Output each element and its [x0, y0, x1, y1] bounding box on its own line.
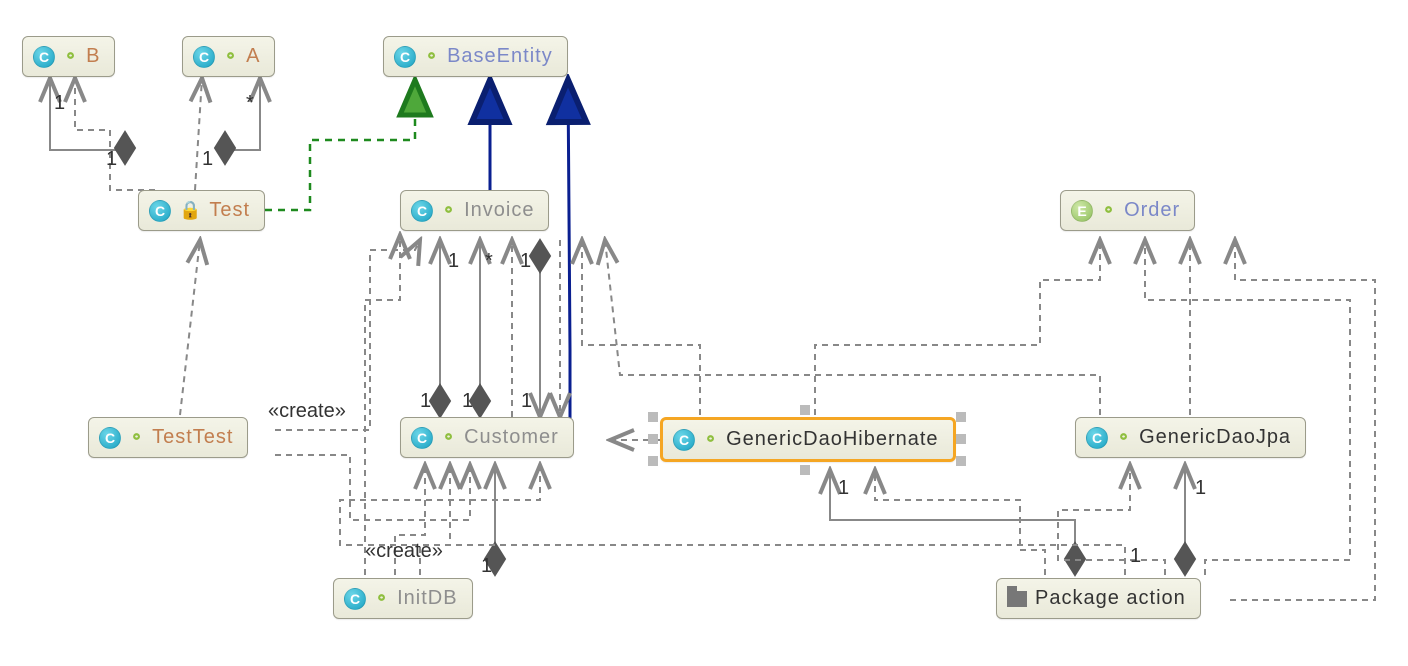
multiplicity-label: 1 — [462, 390, 473, 413]
selection-handle[interactable] — [956, 456, 966, 466]
multiplicity-label: 1 — [838, 477, 849, 500]
class-name: A — [246, 45, 260, 68]
enum-order[interactable]: E ⚬ Order — [1060, 190, 1195, 231]
class-name: B — [86, 45, 100, 68]
multiplicity-label: 1 — [106, 148, 117, 171]
stereotype-create-label: «create» — [365, 540, 443, 563]
enum-icon: E — [1071, 200, 1093, 222]
class-icon: C — [33, 46, 55, 68]
multiplicity-label: * — [246, 92, 254, 115]
multiplicity-label: 1 — [202, 148, 213, 171]
visibility-icon: ⚬ — [129, 427, 144, 448]
visibility-lock-icon: 🔒 — [179, 200, 201, 221]
class-test[interactable]: C 🔒 Test — [138, 190, 265, 231]
class-icon: C — [411, 427, 433, 449]
selection-handle[interactable] — [648, 412, 658, 422]
class-name: BaseEntity — [447, 45, 553, 68]
stereotype-create-label: «create» — [268, 400, 346, 423]
class-name: TestTest — [152, 426, 233, 449]
selection-handle[interactable] — [956, 412, 966, 422]
class-icon: C — [149, 200, 171, 222]
class-customer[interactable]: C ⚬ Customer — [400, 417, 574, 458]
visibility-icon: ⚬ — [223, 46, 238, 67]
selection-handle[interactable] — [800, 465, 810, 475]
visibility-icon: ⚬ — [424, 46, 439, 67]
multiplicity-label: 1 — [521, 390, 532, 413]
class-name: Test — [209, 199, 250, 222]
package-name: Package action — [1035, 587, 1186, 610]
class-genericdaojpa[interactable]: C ⚬ GenericDaoJpa — [1075, 417, 1306, 458]
class-name: Invoice — [464, 199, 534, 222]
class-name: InitDB — [397, 587, 457, 610]
class-icon: C — [1086, 427, 1108, 449]
visibility-icon: ⚬ — [441, 427, 456, 448]
visibility-icon: ⚬ — [441, 200, 456, 221]
multiplicity-label: 1 — [448, 250, 459, 273]
class-testtest[interactable]: C ⚬ TestTest — [88, 417, 248, 458]
selection-handle[interactable] — [648, 434, 658, 444]
visibility-icon: ⚬ — [1101, 200, 1116, 221]
visibility-icon: ⚬ — [703, 429, 718, 450]
multiplicity-label: 1 — [1130, 545, 1141, 568]
visibility-icon: ⚬ — [1116, 427, 1131, 448]
class-icon: C — [411, 200, 433, 222]
class-a[interactable]: C ⚬ A — [182, 36, 275, 77]
selection-handle[interactable] — [648, 456, 658, 466]
class-name: Order — [1124, 199, 1180, 222]
multiplicity-label: 1 — [54, 92, 65, 115]
class-icon: C — [394, 46, 416, 68]
class-icon: C — [673, 429, 695, 451]
class-genericdaohibernate[interactable]: C ⚬ GenericDaoHibernate — [660, 417, 956, 462]
selection-handle[interactable] — [956, 434, 966, 444]
multiplicity-label: * — [485, 250, 493, 273]
class-initdb[interactable]: C ⚬ InitDB — [333, 578, 473, 619]
class-name: GenericDaoHibernate — [726, 428, 938, 451]
class-name: GenericDaoJpa — [1139, 426, 1291, 449]
visibility-icon: ⚬ — [374, 588, 389, 609]
selection-handle[interactable] — [800, 405, 810, 415]
visibility-icon: ⚬ — [63, 46, 78, 67]
class-b[interactable]: C ⚬ B — [22, 36, 115, 77]
multiplicity-label: 1 — [420, 390, 431, 413]
class-baseentity[interactable]: C ⚬ BaseEntity — [383, 36, 568, 77]
package-action[interactable]: Package action — [996, 578, 1201, 619]
package-icon — [1007, 591, 1027, 607]
class-icon: C — [99, 427, 121, 449]
multiplicity-label: 1 — [481, 555, 492, 578]
multiplicity-label: 1 — [520, 250, 531, 273]
multiplicity-label: 1 — [1195, 477, 1206, 500]
class-icon: C — [344, 588, 366, 610]
class-invoice[interactable]: C ⚬ Invoice — [400, 190, 549, 231]
connectors-layer: BaseEntity green dashed realization --> — [0, 0, 1408, 666]
class-icon: C — [193, 46, 215, 68]
class-name: Customer — [464, 426, 559, 449]
